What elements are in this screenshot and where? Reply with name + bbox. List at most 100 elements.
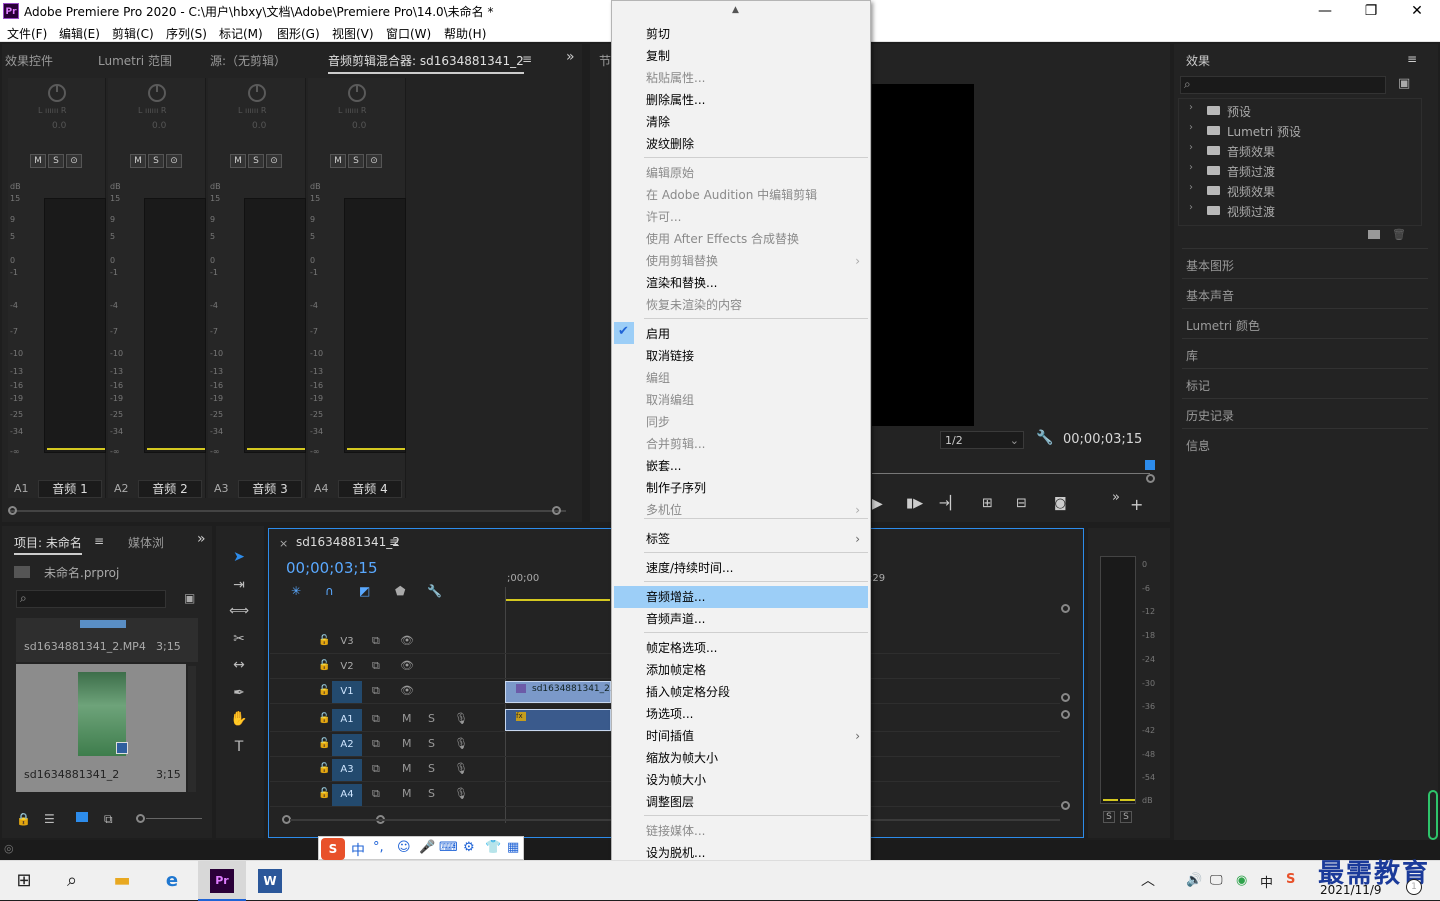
pen-tool-icon[interactable]: ✒ [228,682,250,704]
solo-icon[interactable]: S [428,762,435,775]
track-name[interactable]: V2 [332,656,362,678]
panel-markers[interactable]: 标记 [1182,368,1428,398]
slip-tool-icon[interactable]: ↔ [228,654,250,676]
insert-icon[interactable]: ⊞ [982,496,993,511]
sync-lock-icon[interactable]: ⧉ [372,762,380,776]
menu-item[interactable]: 在 Adobe Audition 中编辑剪辑 [614,184,868,206]
menu-item[interactable]: 音频声道... [614,608,868,630]
new-folder-icon[interactable] [1368,230,1380,239]
solo-left-button[interactable]: S [1103,811,1115,823]
solo-icon[interactable]: S [428,712,435,725]
menu-item[interactable]: 制作子序列 [614,477,868,499]
menu-item[interactable]: 时间插值 › [614,725,868,747]
notification-icon[interactable]: 1 [1406,879,1422,895]
menu-item[interactable]: 嵌套... [614,455,868,477]
mute-button[interactable]: M [130,154,146,168]
punctuation-icon[interactable]: °, [373,840,384,855]
zoom-handle[interactable] [1146,474,1155,483]
ime-mode-indicator[interactable]: 中 [351,840,365,860]
sync-lock-icon[interactable]: ⧉ [372,659,380,673]
track-name[interactable]: V3 [332,631,362,653]
mic-icon[interactable]: 🎙 [454,787,468,800]
minimize-button[interactable]: — [1302,0,1348,22]
eye-icon[interactable]: 👁 [400,634,414,647]
menu-item[interactable]: 使用剪辑替换 › [614,250,868,272]
pan-knob[interactable] [348,84,366,102]
voice-icon[interactable]: 🎤 [419,840,435,855]
type-tool-icon[interactable]: T [228,736,250,758]
chevron-right-icon[interactable]: › [1189,182,1193,193]
zoom-slider[interactable] [146,818,202,819]
a-scroll-handle[interactable] [1061,801,1070,810]
panel-essential-sound[interactable]: 基本声音 [1182,278,1428,308]
chevron-up-icon[interactable]: ︿ [1124,861,1172,901]
hand-tool-icon[interactable]: ✋ [228,708,250,730]
word-taskbar-icon[interactable]: W [246,861,294,901]
tree-item-video-transitions[interactable]: › 视频过渡 [1187,201,1423,221]
sogou-tray-icon[interactable]: S [1286,872,1295,887]
close-tab-icon[interactable]: × [279,537,288,550]
edge-browser-icon[interactable]: e [148,861,196,901]
chevron-right-icon[interactable]: › [1189,122,1193,133]
wrench-icon[interactable]: 🔧 [1036,430,1053,446]
mute-icon[interactable]: M [402,787,412,800]
export-frame-icon[interactable]: ◙ [1054,496,1067,511]
tree-item-lumetri-presets[interactable]: › Lumetri 预设 [1187,121,1423,141]
scroll-handle-left[interactable] [8,506,17,515]
project-item[interactable]: sd1634881341_2.MP4 3;15 [16,618,198,662]
mute-icon[interactable]: M [402,737,412,750]
menu-item[interactable]: 渲染和替换... [614,272,868,294]
panel-menu-icon[interactable]: ≡ [1407,52,1417,66]
trash-icon[interactable]: 🗑 [1392,228,1406,241]
project-scrollbar[interactable] [188,666,196,792]
menu-item[interactable]: 编组 [614,367,868,389]
record-button[interactable]: ⊙ [166,154,182,168]
menu-item[interactable]: 调整图层 [614,791,868,813]
solo-button[interactable]: S [48,154,64,168]
menu-item[interactable]: 取消编组 [614,389,868,411]
solo-icon[interactable]: S [428,787,435,800]
work-area-bar[interactable] [506,599,610,601]
zoom-select[interactable]: 1/2 ⌄ [940,431,1024,449]
tab-media-browser[interactable]: 媒体浏 [128,534,164,551]
video-clip[interactable]: sd1634881341_2.M [505,681,621,703]
panel-menu-icon[interactable]: ≡ [522,52,532,66]
tree-item-audio-effects[interactable]: › 音频效果 [1187,141,1423,161]
find-icon[interactable]: ▣ [184,591,195,605]
lock-icon[interactable]: 🔓 [318,660,330,671]
menu-item[interactable]: 同步 [614,411,868,433]
overwrite-icon[interactable]: ⊟ [1016,496,1027,511]
panel-history[interactable]: 历史记录 [1182,398,1428,428]
effects-search-input[interactable]: ⌕ [1180,76,1386,94]
lock-icon[interactable]: 🔓 [318,685,330,696]
chevron-right-icon[interactable]: › [1189,202,1193,213]
mixer-scrollbar[interactable] [10,510,566,512]
play-icon[interactable]: ▶ [872,496,883,512]
overflow-icon[interactable]: » [566,49,575,65]
volume-icon[interactable]: 🔊 [1186,873,1202,888]
sync-lock-icon[interactable]: ⧉ [372,737,380,751]
settings-wrench-icon[interactable]: 🔧 [427,584,442,598]
skin-icon[interactable]: 👕 [485,840,501,855]
sync-lock-icon[interactable]: ⧉ [372,684,380,698]
mic-icon[interactable]: 🎙 [454,712,468,725]
lock-icon[interactable]: 🔒 [16,812,31,826]
mute-icon[interactable]: M [402,762,412,775]
track-name[interactable]: A2 [332,734,362,756]
menu-item[interactable]: 取消链接 [614,345,868,367]
list-view-icon[interactable]: ☰ [44,812,55,826]
menu-item[interactable]: 清除 [614,111,868,133]
freeform-view-icon[interactable]: ⧉ [104,812,113,827]
a-scroll-handle[interactable] [1061,710,1070,719]
menu-item[interactable]: 标签 › [614,528,868,550]
scroll-up-icon[interactable]: ▲ [732,5,739,15]
timeline-timecode[interactable]: 00;00;03;15 [286,559,378,577]
menu-item[interactable]: 编辑原始 [614,162,868,184]
razor-tool-icon[interactable]: ✂ [228,628,250,650]
menu-item[interactable]: 帧定格选项... [614,637,868,659]
menu-item[interactable]: 启用 [614,323,868,345]
project-search-input[interactable]: ⌕ [16,590,166,608]
close-button[interactable]: ✕ [1394,0,1440,22]
pan-knob[interactable] [48,84,66,102]
chevron-right-icon[interactable]: › [1189,102,1193,113]
